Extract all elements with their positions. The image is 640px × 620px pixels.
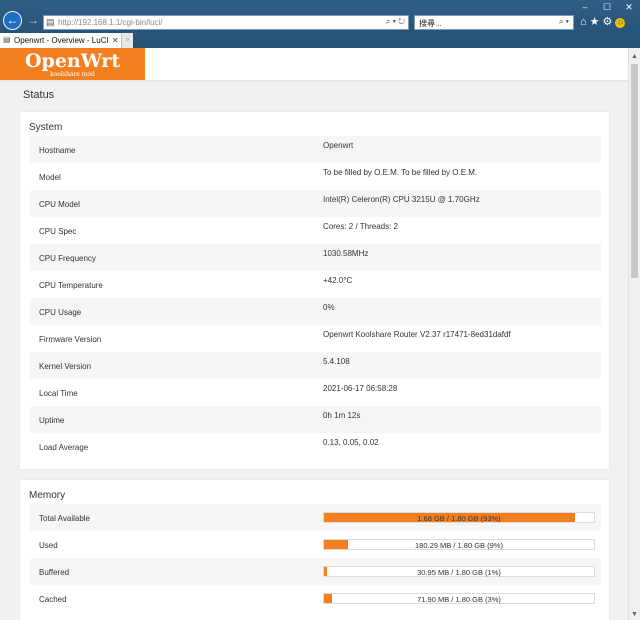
forward-button[interactable]: → (27, 13, 39, 27)
forward-arrow-icon: → (27, 13, 39, 27)
row-label: Kernel Version (39, 362, 92, 371)
vertical-scrollbar[interactable]: ▲ ▼ (628, 48, 640, 620)
table-row: Cached 71.90 MB / 1.80 GB (3%) (30, 585, 601, 612)
table-row: Uptime 0h 1m 12s (30, 406, 601, 433)
memory-title: Memory (29, 490, 66, 501)
refresh-icon[interactable]: ↻ (398, 17, 405, 26)
browser-chrome: – ☐ ✕ ← → ▤ http://192.168.1.1/cgi-bin/luc… (0, 0, 640, 48)
table-row: CPU Spec Cores: 2 / Threads: 2 (30, 217, 601, 244)
row-label: Uptime (39, 416, 65, 425)
row-value: 5.4.108 (323, 357, 350, 366)
logo-brand: OpenWrt (24, 50, 120, 72)
row-value: 2021-06-17 06:58:28 (323, 384, 398, 393)
page-icon: ▤ (46, 17, 55, 27)
page-icon: ▤ (3, 35, 11, 44)
row-value: 0% (323, 303, 335, 312)
close-icon[interactable]: ✕ (618, 0, 640, 14)
scroll-thumb[interactable] (631, 64, 638, 278)
star-icon[interactable]: ★ (590, 16, 603, 28)
search-box[interactable]: 搜尋... ⌕ ▾ (414, 15, 574, 30)
chevron-down-icon[interactable]: ▾ (393, 17, 396, 26)
maximize-icon[interactable]: ☐ (596, 0, 618, 14)
progress-bar: 30.95 MB / 1.80 GB (1%) (323, 566, 595, 577)
smiley-icon[interactable]: ☺ (615, 18, 626, 28)
browser-tab[interactable]: ▤ Openwrt - Overview - LuCI ✕ (0, 33, 133, 48)
back-arrow-icon: ← (6, 13, 19, 27)
row-value: Openwrt (323, 141, 354, 150)
row-label: CPU Model (39, 200, 80, 209)
row-value: Openwrt Koolshare Router V2.37 r17471-8e… (323, 330, 511, 339)
address-url[interactable]: http://192.168.1.1/cgi-bin/luci/ (58, 18, 163, 27)
row-label: Firmware Version (39, 335, 102, 344)
url-scheme-host: http://192.168.1.1 (58, 18, 121, 27)
table-row: Hostname Openwrt (30, 136, 601, 163)
row-value: +42.0°C (323, 276, 353, 285)
system-title: System (29, 122, 63, 133)
table-row: CPU Temperature +42.0°C (30, 271, 601, 298)
table-row: Load Average 0.13, 0.05, 0.02 (30, 433, 601, 460)
row-value: Intel(R) Celeron(R) CPU 3215U @ 1.70GHz (323, 195, 480, 204)
progress-bar: 180.29 MB / 1.80 GB (9%) (323, 539, 595, 550)
system-table: Hostname Openwrt Model To be filled by O.E.… (30, 136, 601, 460)
row-value: 0h 1m 12s (323, 411, 361, 420)
row-value: 1030.58MHz (323, 249, 369, 258)
table-row: Kernel Version 5.4.108 (30, 352, 601, 379)
table-row: Buffered 30.95 MB / 1.80 GB (1%) (30, 558, 601, 585)
table-row: Total Available 1.68 GB / 1.80 GB (93%) (30, 504, 601, 531)
search-icon[interactable]: ⌕ (386, 17, 390, 26)
row-label: CPU Usage (39, 308, 82, 317)
address-bar[interactable]: ▤ http://192.168.1.1/cgi-bin/luci/ ⌕ ▾ ↻ (43, 15, 409, 30)
progress-bar: 1.68 GB / 1.80 GB (93%) (323, 512, 595, 523)
header-bar: OpenWrt koolshare mod (0, 48, 628, 80)
tab-title: Openwrt - Overview - LuCI (14, 36, 109, 45)
search-input[interactable]: 搜尋... (419, 18, 442, 29)
table-row: Firmware Version Openwrt Koolshare Router… (30, 325, 601, 352)
row-label: Hostname (39, 146, 76, 155)
address-tools: ⌕ ▾ ↻ (386, 17, 405, 27)
back-button[interactable]: ← (3, 11, 22, 30)
minimize-icon[interactable]: – (574, 0, 596, 14)
page-viewport: OpenWrt koolshare mod Status System Host… (0, 48, 628, 620)
memory-table: Total Available 1.68 GB / 1.80 GB (93%) Us… (30, 504, 601, 612)
row-label: Model (39, 173, 61, 182)
scroll-down-icon[interactable]: ▼ (631, 611, 638, 618)
table-row: CPU Frequency 1030.58MHz (30, 244, 601, 271)
row-label: Cached (39, 595, 67, 604)
table-row: CPU Model Intel(R) Celeron(R) CPU 3215U @… (30, 190, 601, 217)
new-tab-icon[interactable]: ▫ (121, 33, 133, 48)
row-label: Local Time (39, 389, 78, 398)
row-label: Used (39, 541, 58, 550)
close-tab-icon[interactable]: ✕ (112, 36, 119, 45)
row-label: CPU Frequency (39, 254, 96, 263)
progress-text: 30.95 MB / 1.80 GB (1%) (417, 568, 501, 577)
search-icon[interactable]: ⌕ ▾ (559, 17, 569, 27)
row-value: Cores: 2 / Threads: 2 (323, 222, 398, 231)
system-section: System Hostname Openwrt Model To be filled … (20, 112, 609, 469)
row-label: Load Average (39, 443, 89, 452)
row-label: CPU Spec (39, 227, 77, 236)
memory-section: Memory Total Available 1.68 GB / 1.80 GB … (20, 480, 609, 620)
table-row: CPU Usage 0% (30, 298, 601, 325)
home-icon[interactable]: ⌂ (580, 16, 590, 28)
progress-text: 71.90 MB / 1.80 GB (3%) (417, 595, 501, 604)
logo-sub: koolshare mod (50, 71, 95, 78)
row-value: 0.13, 0.05, 0.02 (323, 438, 379, 447)
table-row: Local Time 2021-06-17 06:58:28 (30, 379, 601, 406)
progress-text: 180.29 MB / 1.80 GB (9%) (415, 541, 503, 550)
gear-icon[interactable]: ⚙ (603, 16, 616, 28)
table-row: Used 180.29 MB / 1.80 GB (9%) (30, 531, 601, 558)
window-controls: – ☐ ✕ (574, 0, 640, 14)
url-path: /cgi-bin/luci/ (120, 18, 163, 27)
row-label: Total Available (39, 514, 90, 523)
openwrt-logo[interactable]: OpenWrt koolshare mod (0, 48, 145, 80)
progress-bar: 71.90 MB / 1.80 GB (3%) (323, 593, 595, 604)
page-title: Status (23, 89, 55, 101)
scroll-up-icon[interactable]: ▲ (631, 53, 638, 60)
row-label: Buffered (39, 568, 70, 577)
progress-text: 1.68 GB / 1.80 GB (93%) (417, 514, 501, 523)
table-row: Model To be filled by O.E.M. To be filled… (30, 163, 601, 190)
toolbar-icons: ⌂★⚙☺ (580, 15, 626, 28)
row-label: CPU Temperature (39, 281, 103, 290)
row-value: To be filled by O.E.M. To be filled by O… (323, 168, 478, 177)
